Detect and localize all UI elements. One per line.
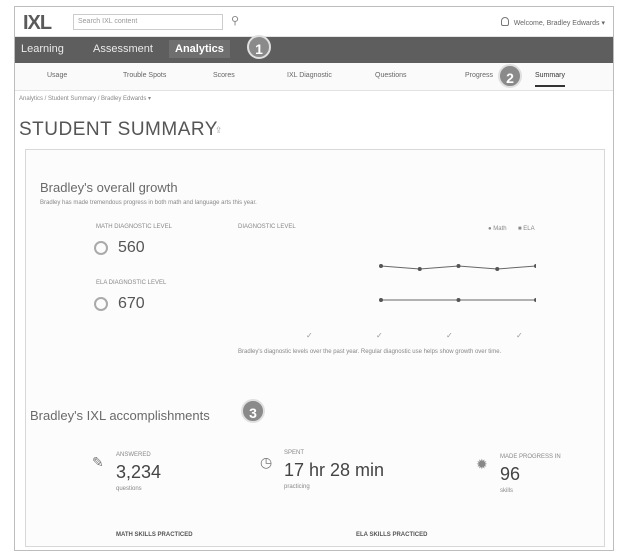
legend-ela-text: ELA bbox=[523, 226, 535, 232]
search-input[interactable]: Search IXL content bbox=[73, 14, 223, 30]
math-skills-practiced: MATH SKILLS PRACTICED bbox=[116, 532, 193, 538]
math-level-label: MATH DIAGNOSTIC LEVEL bbox=[96, 224, 172, 230]
callout-1: 1 bbox=[247, 35, 271, 59]
main-nav: Learning Assessment Analytics bbox=[15, 37, 613, 63]
math-level-value: 560 bbox=[118, 239, 145, 256]
subnav-scores[interactable]: Scores bbox=[213, 72, 235, 79]
welcome-text: Welcome, Bradley Edwards ▾ bbox=[513, 20, 605, 27]
data-point[interactable] bbox=[495, 267, 500, 271]
ixl-logo[interactable]: IXL bbox=[23, 12, 52, 35]
spent-unit: practicing bbox=[284, 484, 310, 490]
axis-tick-mark: ✓ bbox=[516, 331, 523, 340]
callout-2: 2 bbox=[498, 64, 522, 88]
axis-tick-mark: ✓ bbox=[446, 331, 453, 340]
summary-card: Bradley's overall growth Bradley has mad… bbox=[25, 149, 605, 547]
data-point[interactable] bbox=[379, 264, 383, 268]
top-bar: IXL Search IXL content ⚲ Welcome, Bradle… bbox=[15, 7, 613, 37]
subnav-usage[interactable]: Usage bbox=[47, 72, 67, 79]
growth-chart: ✓ ✓ ✓ ✓ bbox=[306, 264, 536, 340]
callout-3: 3 bbox=[241, 399, 265, 423]
user-menu[interactable]: Welcome, Bradley Edwards ▾ bbox=[500, 17, 605, 27]
tab-learning[interactable]: Learning bbox=[21, 43, 64, 55]
answered-unit: questions bbox=[116, 486, 142, 492]
clock-icon: ◷ bbox=[260, 454, 273, 470]
data-point[interactable] bbox=[417, 267, 422, 271]
data-point[interactable] bbox=[456, 298, 461, 302]
chart-label: DIAGNOSTIC LEVEL bbox=[238, 224, 296, 230]
spent-label: SPENT bbox=[284, 450, 305, 456]
sub-nav: Usage Trouble Spots Scores IXL Diagnosti… bbox=[15, 63, 613, 91]
progressed-value: 96 bbox=[500, 464, 521, 484]
share-icon[interactable]: ⇪ bbox=[215, 125, 223, 136]
progressed-label: MADE PROGRESS IN bbox=[500, 454, 561, 460]
subnav-progress[interactable]: Progress bbox=[465, 72, 493, 79]
user-icon bbox=[500, 17, 509, 26]
subnav-diagnostic[interactable]: IXL Diagnostic bbox=[287, 72, 332, 79]
subnav-summary[interactable]: Summary bbox=[535, 72, 565, 87]
app-frame: IXL Search IXL content ⚲ Welcome, Bradle… bbox=[14, 6, 614, 551]
data-point[interactable] bbox=[534, 298, 536, 302]
axis-tick-mark: ✓ bbox=[376, 331, 383, 340]
ela-level-value: 670 bbox=[118, 295, 145, 312]
subnav-questions[interactable]: Questions bbox=[375, 72, 407, 79]
ela-skills-practiced: ELA SKILLS PRACTICED bbox=[356, 532, 428, 538]
answered-value: 3,234 bbox=[116, 462, 162, 482]
data-point[interactable] bbox=[534, 264, 536, 268]
pencil-icon: ✎ bbox=[92, 454, 104, 470]
growth-heading: Bradley's overall growth bbox=[40, 180, 178, 195]
page-title: STUDENT SUMMARY bbox=[19, 119, 218, 140]
data-point[interactable] bbox=[379, 298, 383, 302]
axis-tick-mark: ✓ bbox=[306, 331, 313, 340]
accomplishments-heading: Bradley's IXL accomplishments bbox=[30, 408, 210, 423]
gauge-icon bbox=[94, 241, 108, 255]
chart-note: Bradley's diagnostic levels over the pas… bbox=[238, 349, 502, 355]
tab-assessment[interactable]: Assessment bbox=[93, 43, 153, 55]
legend-math: ● Math bbox=[488, 226, 507, 232]
tab-analytics[interactable]: Analytics bbox=[169, 40, 230, 58]
breadcrumb[interactable]: Analytics / Student Summary / Bradley Ed… bbox=[19, 95, 151, 102]
search-icon[interactable]: ⚲ bbox=[231, 14, 239, 27]
ela-level-label: ELA DIAGNOSTIC LEVEL bbox=[96, 280, 167, 286]
gauge-icon bbox=[94, 297, 108, 311]
answered-label: ANSWERED bbox=[116, 452, 151, 458]
progressed-unit: skills bbox=[500, 488, 513, 494]
legend-ela: ■ ELA bbox=[518, 226, 535, 232]
data-point[interactable] bbox=[456, 264, 461, 268]
progress-icon: ✹ bbox=[476, 456, 488, 472]
growth-description: Bradley has made tremendous progress in … bbox=[40, 200, 257, 206]
spent-value: 17 hr 28 min bbox=[284, 460, 385, 480]
subnav-trouble-spots[interactable]: Trouble Spots bbox=[123, 72, 166, 79]
legend-math-text: Math bbox=[493, 226, 507, 232]
